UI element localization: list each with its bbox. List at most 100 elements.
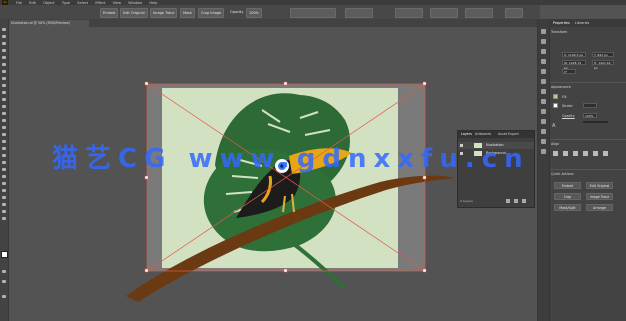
- panel-icon-strip: [538, 19, 550, 321]
- line-tool-icon[interactable]: [1, 76, 7, 81]
- selection-tool-icon[interactable]: [1, 27, 7, 32]
- section-quick-actions: Quick Actions: [551, 172, 574, 176]
- pencil-tool-icon[interactable]: [1, 97, 7, 102]
- tab-properties[interactable]: Properties: [553, 19, 570, 27]
- eraser-tool-icon[interactable]: [1, 104, 7, 109]
- align-icon[interactable]: [505, 8, 523, 18]
- w-field[interactable]: [430, 8, 458, 18]
- paintbrush-tool-icon[interactable]: [1, 90, 7, 95]
- align-bottom-icon[interactable]: [603, 151, 608, 156]
- opacity-field[interactable]: 100%: [246, 8, 263, 18]
- embed-button[interactable]: Embed: [100, 8, 119, 18]
- rotate-tool-icon[interactable]: [1, 111, 7, 116]
- edit-original-button[interactable]: Edit Original: [586, 182, 613, 189]
- align-left-icon[interactable]: [553, 151, 558, 156]
- y-field[interactable]: [395, 8, 423, 18]
- fill-stroke-swatch-icon[interactable]: [1, 251, 8, 258]
- type-tool-icon[interactable]: [1, 69, 7, 74]
- x-field[interactable]: [345, 8, 373, 18]
- mask-button[interactable]: Mask/Split: [554, 204, 581, 211]
- image-trace-button[interactable]: Image Trace: [586, 193, 613, 200]
- edit-original-button[interactable]: Edit Original: [120, 8, 148, 18]
- width-tool-icon[interactable]: [1, 125, 7, 130]
- slice-tool-icon[interactable]: [1, 202, 7, 207]
- transparency-panel-icon[interactable]: [541, 89, 546, 94]
- graphic-styles-panel-icon[interactable]: [541, 109, 546, 114]
- eyedropper-tool-icon[interactable]: [1, 167, 7, 172]
- tab-layers[interactable]: Layers: [461, 131, 472, 138]
- image-trace-button[interactable]: Image Trace: [150, 8, 178, 18]
- brushes-panel-icon[interactable]: [541, 49, 546, 54]
- x-field[interactable]: X: 1190.5 px: [562, 52, 586, 57]
- swatches-panel-icon[interactable]: [541, 39, 546, 44]
- gradient-panel-icon[interactable]: [541, 79, 546, 84]
- hand-tool-icon[interactable]: [1, 209, 7, 214]
- watermark-text: 猫艺CG www.gdnxxfu.cn: [52, 144, 530, 174]
- mask-button[interactable]: Mask: [180, 8, 196, 18]
- embed-button[interactable]: Embed: [554, 182, 581, 189]
- align-top-icon[interactable]: [583, 151, 588, 156]
- tools-panel: [0, 19, 9, 321]
- properties-tabs: Properties Libraries: [549, 19, 626, 27]
- screen-mode-icon[interactable]: [1, 279, 7, 284]
- w-field[interactable]: W: 1928.74 px: [562, 60, 586, 70]
- gradient-tool-icon[interactable]: [1, 160, 7, 165]
- trash-icon[interactable]: [522, 199, 526, 203]
- properties-panel: Properties Libraries Transform X: 1190.5…: [537, 19, 626, 321]
- add-sublayer-icon[interactable]: [514, 199, 518, 203]
- tab-artboards[interactable]: Artboards: [475, 131, 491, 138]
- perspective-grid-tool-icon[interactable]: [1, 146, 7, 151]
- column-graph-tool-icon[interactable]: [1, 188, 7, 193]
- stroke-panel-icon[interactable]: [541, 69, 546, 74]
- edit-toolbar-icon[interactable]: [1, 294, 7, 299]
- fill-label: Fill: [562, 95, 567, 99]
- h-field[interactable]: [465, 8, 493, 18]
- symbol-sprayer-tool-icon[interactable]: [1, 181, 7, 186]
- links-panel-icon[interactable]: [541, 139, 546, 144]
- artboard-tool-icon[interactable]: [1, 195, 7, 200]
- opacity-field[interactable]: 100%: [583, 113, 597, 118]
- tab-asset-export[interactable]: Asset Export: [498, 131, 519, 138]
- h-field[interactable]: H: 1421.62 px: [592, 60, 614, 70]
- zoom-tool-icon[interactable]: [1, 216, 7, 221]
- tab-libraries[interactable]: Libraries: [575, 19, 589, 27]
- color-panel-icon[interactable]: [541, 29, 546, 34]
- stroke-weight-field[interactable]: [583, 103, 597, 108]
- magic-wand-tool-icon[interactable]: [1, 41, 7, 46]
- appearance-panel-icon[interactable]: [541, 99, 546, 104]
- fx-icon[interactable]: A: [552, 123, 557, 129]
- lasso-tool-icon[interactable]: [1, 48, 7, 53]
- layers-panel-icon[interactable]: [541, 119, 546, 124]
- fill-swatch[interactable]: [553, 94, 558, 99]
- shape-builder-tool-icon[interactable]: [1, 139, 7, 144]
- transform-field[interactable]: [290, 8, 336, 18]
- symbols-panel-icon[interactable]: [541, 59, 546, 64]
- arrange-button[interactable]: Arrange: [586, 204, 613, 211]
- blend-tool-icon[interactable]: [1, 174, 7, 179]
- crop-image-button[interactable]: Crop Image: [198, 8, 225, 18]
- rectangle-tool-icon[interactable]: [1, 83, 7, 88]
- section-appearance: Appearance: [551, 85, 571, 89]
- draw-mode-icon[interactable]: [1, 269, 7, 274]
- opacity-slider[interactable]: [583, 121, 608, 123]
- align-middle-icon[interactable]: [593, 151, 598, 156]
- align-center-icon[interactable]: [563, 151, 568, 156]
- artboards-panel-icon[interactable]: [541, 129, 546, 134]
- scale-tool-icon[interactable]: [1, 118, 7, 123]
- crop-button[interactable]: Crop: [554, 193, 581, 200]
- mesh-tool-icon[interactable]: [1, 153, 7, 158]
- free-transform-tool-icon[interactable]: [1, 132, 7, 137]
- new-layer-icon[interactable]: [506, 199, 510, 203]
- angle-field[interactable]: 0°: [562, 69, 576, 74]
- opacity-label[interactable]: Opacity: [562, 114, 575, 118]
- curvature-tool-icon[interactable]: [1, 62, 7, 67]
- stroke-swatch[interactable]: [553, 103, 558, 108]
- document-tab[interactable]: Illustration.ai @ 50% (RGB/Preview): [8, 20, 89, 27]
- align-right-icon[interactable]: [573, 151, 578, 156]
- direct-selection-tool-icon[interactable]: [1, 34, 7, 39]
- section-transform: Transform: [551, 30, 568, 34]
- y-field[interactable]: Y: 842 px: [592, 52, 614, 57]
- opacity-label: Opacity: [230, 10, 244, 14]
- pen-tool-icon[interactable]: [1, 55, 7, 60]
- type-panel-icon[interactable]: [541, 149, 546, 154]
